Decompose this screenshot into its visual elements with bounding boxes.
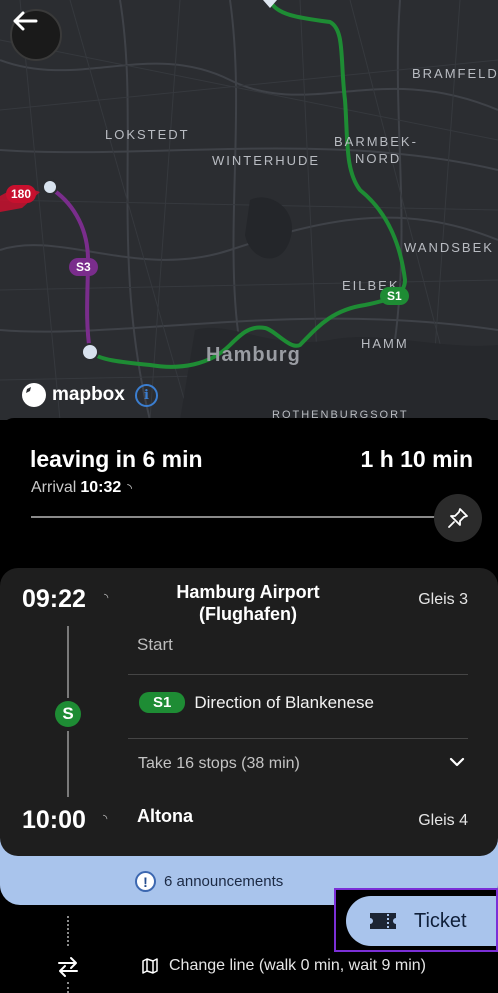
info-icon[interactable]: i <box>135 384 158 407</box>
start-label: Start <box>137 635 173 654</box>
direction-label: Direction of Blankenese <box>194 692 374 712</box>
map-label-barmbek: BARMBEK- <box>334 134 418 149</box>
announcements-label: 6 announcements <box>164 873 284 890</box>
announcements-link[interactable]: ! 6 announcements <box>135 871 283 892</box>
mapbox-logo[interactable]: mapbox <box>22 383 125 407</box>
timeline-line <box>67 626 69 698</box>
realtime-icon: ◝ <box>104 592 109 604</box>
ticket-button-frame[interactable]: Ticket <box>334 888 498 952</box>
realtime-icon: ◝ <box>103 813 108 825</box>
alert-icon: ! <box>135 871 156 892</box>
divider <box>128 674 468 675</box>
timeline-line <box>67 731 69 797</box>
change-line-label: Change line (walk 0 min, wait 9 min) <box>169 957 426 974</box>
arrival-stop[interactable]: Altona <box>137 806 193 827</box>
back-button[interactable] <box>10 9 62 61</box>
swap-arrows-icon <box>58 957 78 977</box>
map-label-bramfeld: BRAMFELD <box>412 66 498 81</box>
ticket-button[interactable]: Ticket <box>346 896 496 946</box>
chevron-down-icon[interactable] <box>448 753 466 771</box>
bus-180-badge: 180 <box>6 185 37 203</box>
s3-route-badge: S3 <box>69 258 98 276</box>
line-row[interactable]: S1 Direction of Blankenese <box>139 692 374 713</box>
trip-progress-track <box>31 516 441 518</box>
pin-icon <box>448 508 468 528</box>
departure-platform: Gleis 3 <box>418 591 468 608</box>
arrival-label: Arrival <box>31 479 77 496</box>
arrow-left-icon <box>13 11 38 31</box>
line-badge: S1 <box>139 692 186 713</box>
map-label-barmbek-nord: NORD <box>355 151 402 166</box>
arrival-row: Arrival 10:32 ◝ <box>31 479 132 497</box>
mapbox-wordmark: mapbox <box>52 384 125 405</box>
map-label-hamm: HAMM <box>361 336 409 351</box>
mapbox-mark-icon <box>22 383 46 407</box>
arrival-stop-time: 10:00 <box>22 806 86 834</box>
map-view[interactable]: BRAMFELD LOKSTEDT WINTERHUDE BARMBEK- NO… <box>0 0 498 420</box>
leaving-time: leaving in 6 min <box>30 446 203 472</box>
map-label-lokstedt: LOKSTEDT <box>105 127 190 142</box>
map-label-wandsbek: WANDSBEK <box>404 240 494 255</box>
walk-dotted-line <box>67 982 69 993</box>
trip-duration: 1 h 10 min <box>360 446 473 472</box>
pin-button[interactable] <box>434 494 482 542</box>
map-icon <box>142 958 158 974</box>
stops-summary[interactable]: Take 16 stops (38 min) <box>138 755 300 773</box>
walk-dotted-line <box>67 916 69 946</box>
map-label-hamburg: Hamburg <box>206 344 301 366</box>
sbahn-icon: S <box>55 701 81 727</box>
map-label-winterhude: WINTERHUDE <box>212 153 321 168</box>
arrival-time: 10:32 <box>80 479 122 496</box>
s1-route-badge: S1 <box>380 287 409 305</box>
arrival-platform: Gleis 4 <box>418 812 468 829</box>
ticket-label: Ticket <box>414 909 467 932</box>
departure-stop[interactable]: Hamburg Airport (Flughafen) <box>148 581 348 625</box>
ticket-icon <box>370 913 396 929</box>
departure-time: 09:22 <box>22 585 86 613</box>
realtime-icon: ◝ <box>127 481 132 495</box>
divider <box>128 738 468 739</box>
change-line-row[interactable]: Change line (walk 0 min, wait 9 min) <box>141 957 426 975</box>
